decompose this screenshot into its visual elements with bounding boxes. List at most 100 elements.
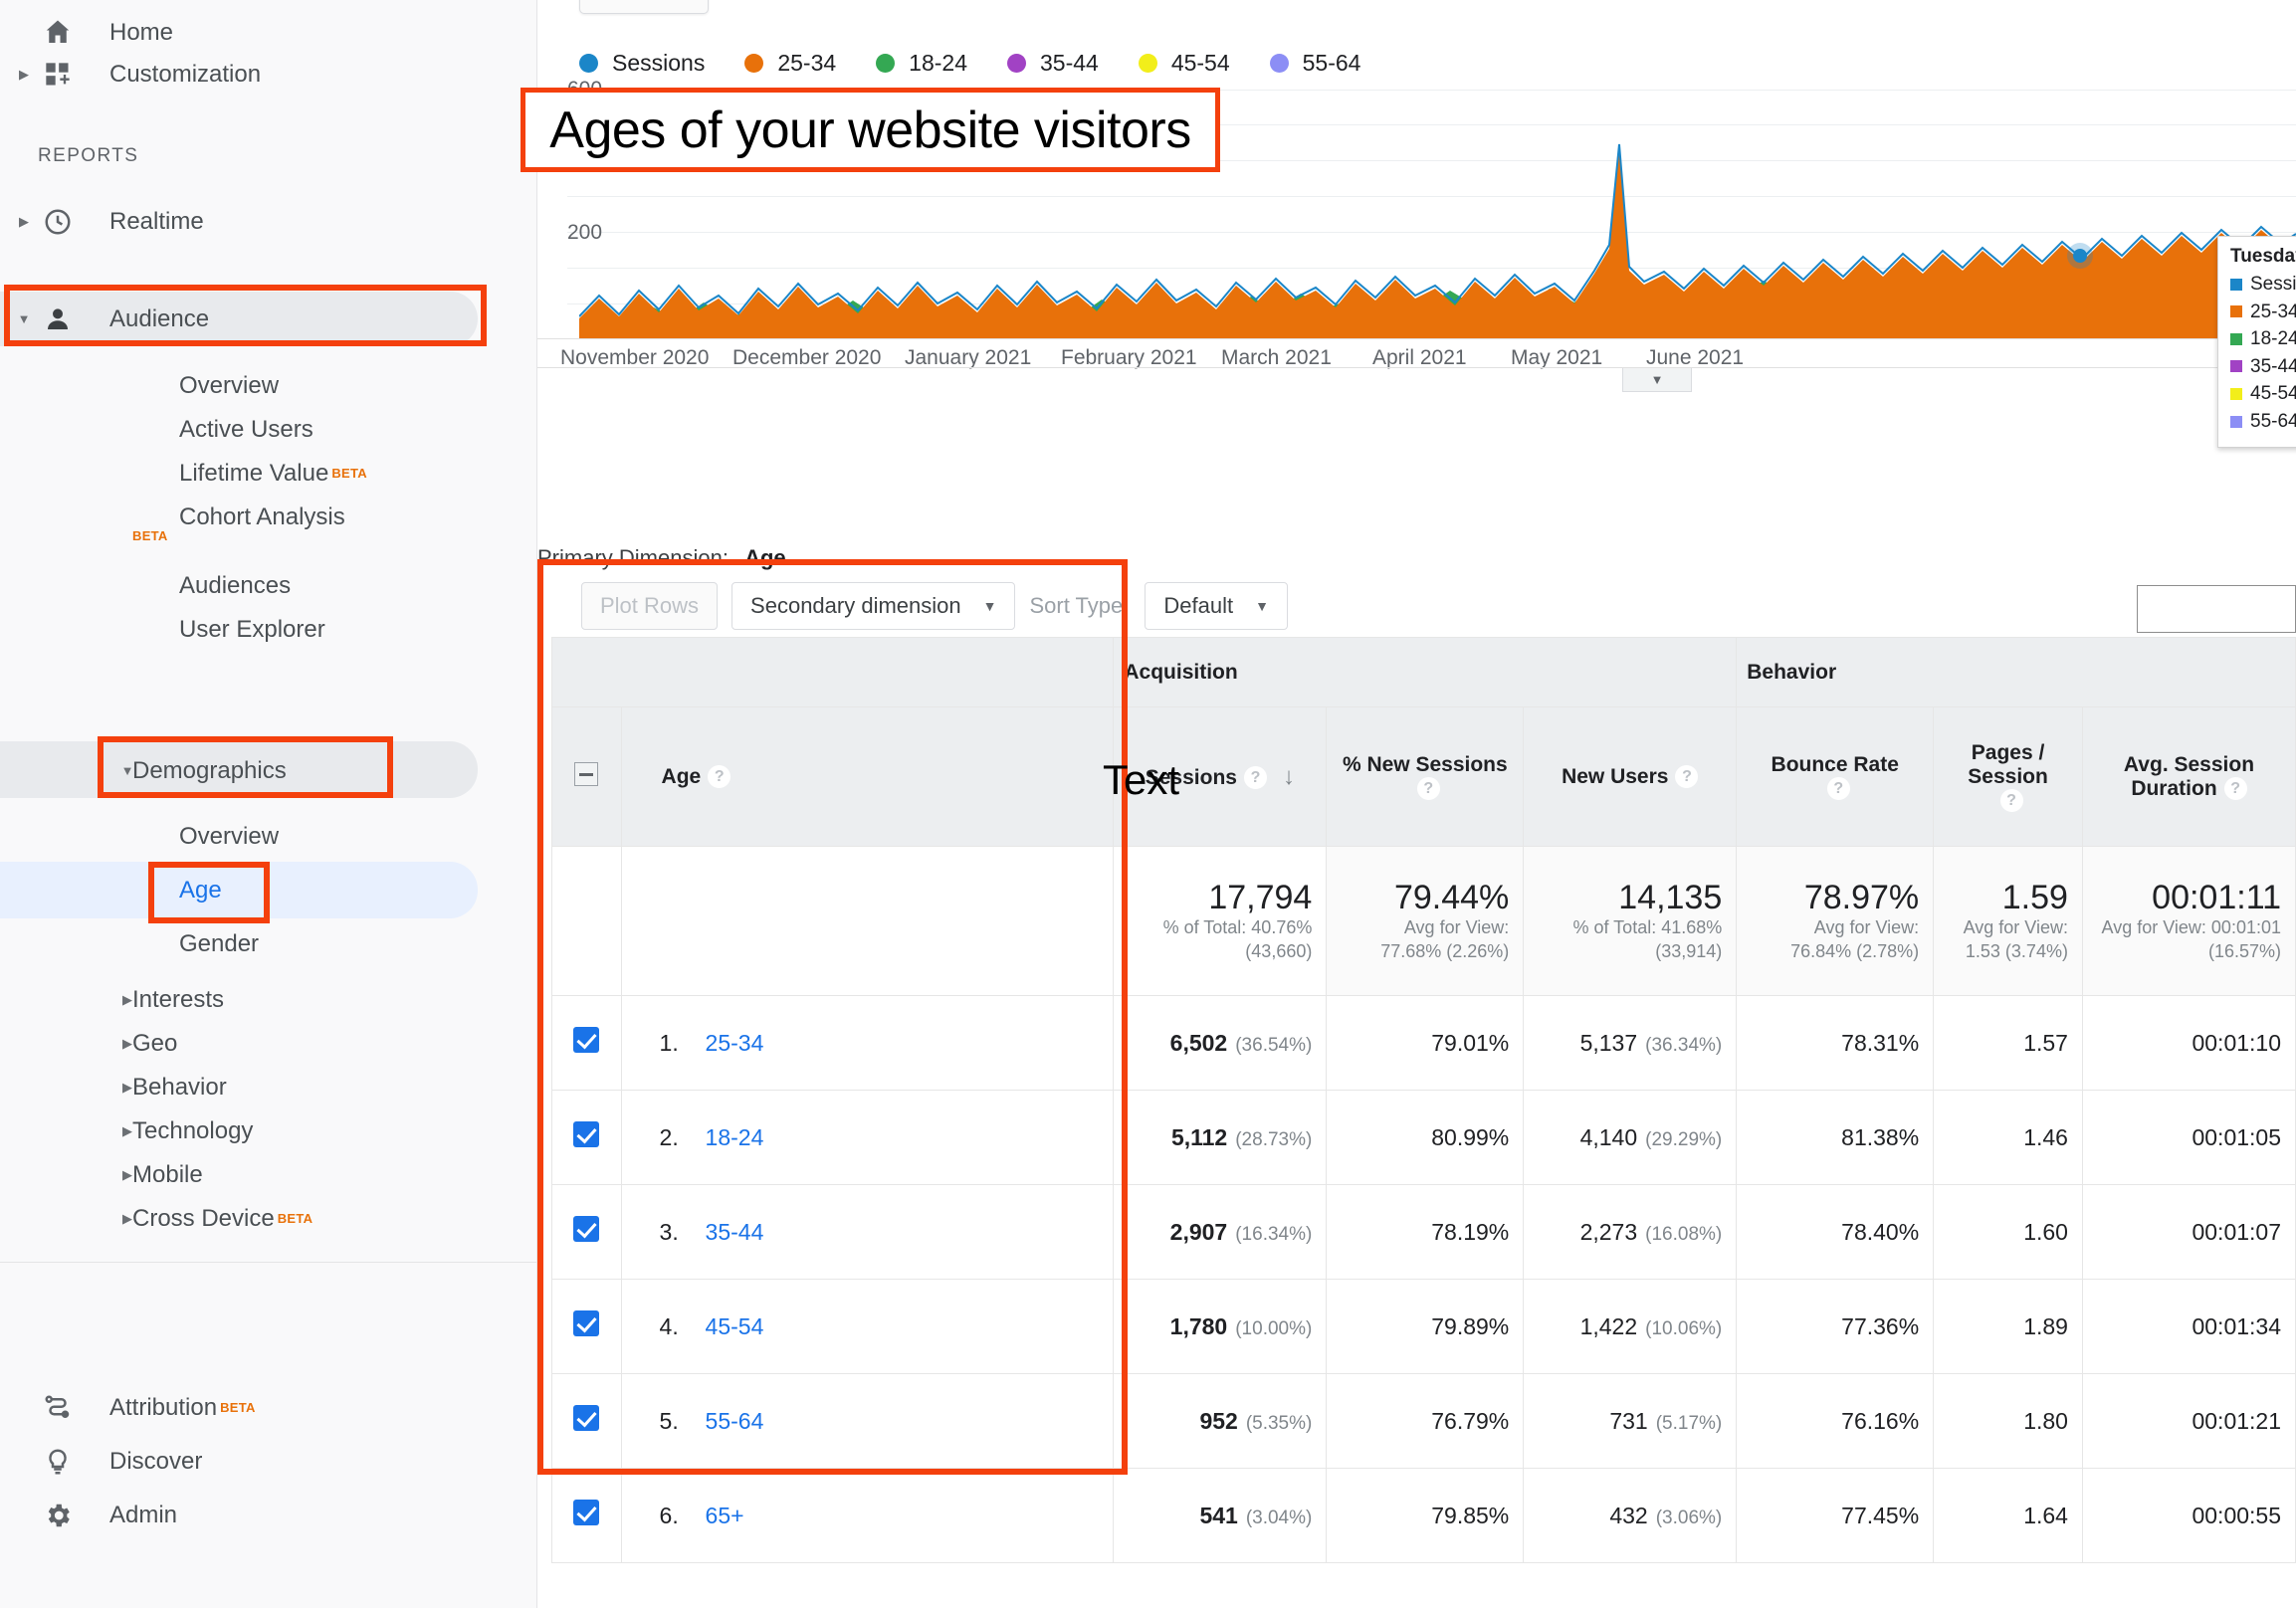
summary-new-sessions-pct: 79.44% Avg for View: 77.68% (2.26%): [1326, 846, 1525, 996]
sidebar-item-cross-device[interactable]: ▶ Cross Device BETA: [0, 1186, 536, 1251]
help-icon[interactable]: ?: [1826, 777, 1850, 801]
help-icon[interactable]: ?: [1416, 777, 1440, 801]
checkbox-checked-icon: [573, 1500, 600, 1525]
row-age-link[interactable]: 65+: [706, 1503, 744, 1528]
row-avg-duration: 00:01:05: [2081, 1090, 2296, 1185]
row-new-users: 731 (5.17%): [1523, 1373, 1738, 1469]
sort-type-value: Default: [1163, 593, 1234, 618]
summary-value: 14,135: [1618, 879, 1723, 917]
sidebar-item-realtime[interactable]: ▶ Realtime: [0, 189, 536, 254]
sidebar-item-user-explorer[interactable]: User Explorer: [0, 597, 536, 662]
table-row[interactable]: 3. 35-44 2,907 (16.34%) 78.19% 2,273 (16.08…: [551, 1184, 2296, 1280]
help-icon[interactable]: ?: [1675, 765, 1699, 789]
row-bounce-rate: 77.36%: [1736, 1279, 1935, 1374]
row-bounce-rate: 78.40%: [1736, 1184, 1935, 1280]
row-checkbox[interactable]: [551, 1468, 622, 1563]
tooltip-row: 25-34:26: [2230, 299, 2296, 326]
row-sessions: 5,112 (28.73%): [1113, 1090, 1328, 1185]
row-age-link[interactable]: 25-34: [706, 1030, 764, 1056]
secondary-dimension-label: Secondary dimension: [750, 593, 961, 618]
row-sessions-value: 6,502: [1169, 1029, 1228, 1056]
sort-type-dropdown[interactable]: Default ▼: [1145, 582, 1288, 630]
table-row[interactable]: 6. 65+ 541 (3.04%) 79.85% 432 (3.06%) 77.45…: [551, 1468, 2296, 1563]
row-checkbox[interactable]: [551, 1090, 622, 1185]
select-all-toggle[interactable]: [551, 706, 622, 847]
sessions-area-chart[interactable]: 600 400 200 Tuesda Sessi 25-34 18-24 35-…: [537, 78, 2296, 449]
table-group-header-row: Acquisition Behavior: [550, 637, 2296, 707]
row-new-sessions-pct: 78.19%: [1326, 1184, 1525, 1280]
plot-rows-button[interactable]: Plot Rows: [581, 582, 719, 630]
row-checkbox[interactable]: [551, 1184, 622, 1280]
row-sessions-pct: (3.04%): [1245, 1507, 1313, 1528]
row-age-link[interactable]: 55-64: [706, 1408, 764, 1434]
series-swatch-icon: [2230, 415, 2242, 428]
sidebar-item-customization[interactable]: ▶ Customization: [0, 42, 536, 106]
chevron-right-icon: ▶: [19, 213, 29, 229]
summary-new-users: 14,135 % of Total: 41.68% (33,914): [1523, 846, 1738, 996]
row-sessions-pct: (36.54%): [1235, 1034, 1313, 1056]
sidebar-item-label: Active Users: [179, 415, 313, 443]
primary-dimension-value[interactable]: Age: [744, 545, 786, 570]
sidebar-item-label: Demographics: [132, 756, 287, 784]
help-icon[interactable]: ?: [1243, 766, 1267, 790]
column-label: Age: [661, 764, 702, 788]
row-new-users-pct: (16.08%): [1645, 1223, 1723, 1245]
row-age-link[interactable]: 35-44: [706, 1219, 764, 1245]
checkbox-checked-icon: [573, 1121, 600, 1147]
row-checkbox[interactable]: [551, 1279, 622, 1374]
series-swatch-icon: [2230, 387, 2242, 400]
summary-note: Avg for View: 77.68% (2.26%): [1380, 917, 1510, 961]
series-swatch-icon: [2230, 332, 2242, 345]
series-swatch-icon: [2230, 278, 2242, 291]
help-icon[interactable]: ?: [1999, 789, 2023, 813]
sidebar-section-reports: REPORTS: [38, 145, 139, 166]
date-range-expand-handle[interactable]: ▼: [1622, 368, 1692, 392]
column-header-avg-session-duration[interactable]: Avg. Session Duration?: [2081, 706, 2296, 847]
table-row[interactable]: 1. 25-34 6,502 (36.54%) 79.01% 5,137 (36.34…: [551, 995, 2296, 1091]
secondary-dimension-dropdown[interactable]: Secondary dimension ▼: [731, 582, 1016, 630]
summary-bounce-rate: 78.97% Avg for View: 76.84% (2.78%): [1736, 846, 1935, 996]
legend-item-25-34[interactable]: 25-34: [744, 50, 836, 77]
row-age-link[interactable]: 45-54: [706, 1313, 764, 1339]
legend-item-55-64[interactable]: 55-64: [1269, 50, 1360, 77]
table-row[interactable]: 4. 45-54 1,780 (10.00%) 79.89% 1,422 (10.06…: [551, 1279, 2296, 1374]
column-header-pages-session[interactable]: Pages / Session?: [1933, 706, 2083, 847]
table-row[interactable]: 5. 55-64 952 (5.35%) 76.79% 731 (5.17%) 76.…: [551, 1373, 2296, 1469]
row-sessions-value: 1,780: [1169, 1312, 1228, 1339]
legend-item-18-24[interactable]: 18-24: [876, 50, 967, 77]
column-header-new-users[interactable]: New Users?: [1523, 706, 1738, 847]
row-bounce-rate: 76.16%: [1736, 1373, 1935, 1469]
column-header-age[interactable]: Age?: [620, 706, 1115, 847]
metric-selector-button[interactable]: Sessions: [579, 0, 709, 14]
column-header-bounce-rate[interactable]: Bounce Rate?: [1736, 706, 1935, 847]
sidebar-item-admin[interactable]: Admin: [0, 1483, 536, 1547]
row-rank: 4.: [659, 1312, 679, 1339]
help-icon[interactable]: ?: [2223, 777, 2247, 801]
table-row[interactable]: 2. 18-24 5,112 (28.73%) 80.99% 4,140 (29.29…: [551, 1090, 2296, 1185]
table-search-input[interactable]: [2137, 585, 2296, 633]
help-icon[interactable]: ?: [708, 765, 731, 789]
tooltip-row: 55-64:0: [2230, 408, 2296, 436]
left-sidebar: Home ▶ Customization REPORTS ▶ Realtime …: [0, 0, 537, 1608]
summary-value: 00:01:11: [2152, 879, 2281, 917]
row-new-users: 2,273 (16.08%): [1523, 1184, 1738, 1280]
row-new-users: 4,140 (29.29%): [1523, 1090, 1738, 1185]
legend-label: 35-44: [1039, 50, 1099, 76]
sidebar-item-demographics[interactable]: ▼ Demographics: [0, 738, 536, 803]
legend-item-sessions[interactable]: Sessions: [579, 50, 705, 77]
column-label: Pages / Session: [1968, 740, 2048, 788]
summary-value: 78.97%: [1803, 879, 1920, 917]
row-age-link[interactable]: 18-24: [706, 1124, 764, 1150]
legend-item-35-44[interactable]: 35-44: [1006, 50, 1099, 77]
tooltip-row: 35-44:13: [2230, 353, 2296, 381]
sidebar-item-audience[interactable]: ▼ Audience: [0, 287, 536, 351]
row-sessions: 952 (5.35%): [1113, 1373, 1328, 1469]
home-icon: [38, 13, 78, 53]
column-header-new-sessions-pct[interactable]: % New Sessions?: [1326, 706, 1525, 847]
sidebar-item-cohort-analysis[interactable]: Cohort Analysis BETA: [0, 485, 536, 549]
legend-item-45-54[interactable]: 45-54: [1138, 50, 1230, 77]
row-new-users-value: 1,422: [1579, 1312, 1638, 1339]
chart-bottom-rule: [537, 367, 2296, 368]
row-checkbox[interactable]: [551, 1373, 622, 1469]
row-checkbox[interactable]: [551, 995, 622, 1091]
